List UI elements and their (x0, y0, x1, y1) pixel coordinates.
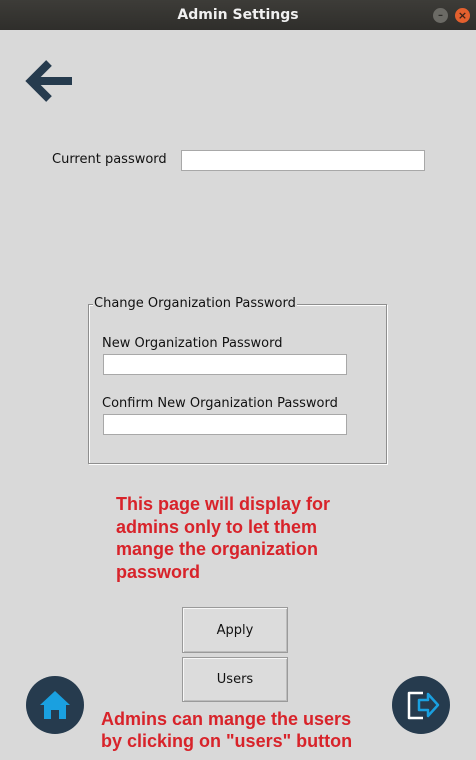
confirm-org-password-label: Confirm New Organization Password (102, 396, 338, 411)
home-button[interactable] (26, 676, 84, 734)
arrow-left-icon[interactable] (24, 58, 76, 104)
confirm-org-password-input[interactable] (103, 414, 347, 435)
close-button[interactable]: × (455, 8, 470, 23)
window-title: Admin Settings (177, 7, 299, 23)
org-password-group-title: Change Organization Password (93, 296, 297, 311)
title-bar: Admin Settings – × (0, 0, 476, 30)
users-button[interactable]: Users (182, 657, 288, 702)
users-note-line: by clicking on "users" button (101, 731, 353, 751)
minimize-button[interactable]: – (433, 8, 448, 23)
users-note-line: Admins can mange the users (101, 709, 352, 729)
admin-page-note-line: This page will display for (116, 494, 331, 514)
home-icon (40, 691, 70, 719)
org-password-group (88, 304, 387, 464)
apply-button[interactable]: Apply (182, 607, 288, 653)
logout-icon (407, 691, 440, 720)
new-org-password-input[interactable] (103, 354, 347, 375)
logout-button[interactable] (392, 676, 450, 734)
admin-page-note-line: admins only to let them (116, 516, 318, 537)
users-note: Admins can mange the users by clicking o… (101, 708, 352, 752)
admin-page-note-line: mange the organization (116, 539, 319, 559)
admin-page-note: This page will display for admins only t… (116, 493, 330, 583)
current-password-input[interactable] (181, 150, 425, 171)
new-org-password-label: New Organization Password (102, 336, 283, 351)
admin-page-note-line: password (116, 561, 201, 582)
current-password-label: Current password (52, 152, 167, 167)
